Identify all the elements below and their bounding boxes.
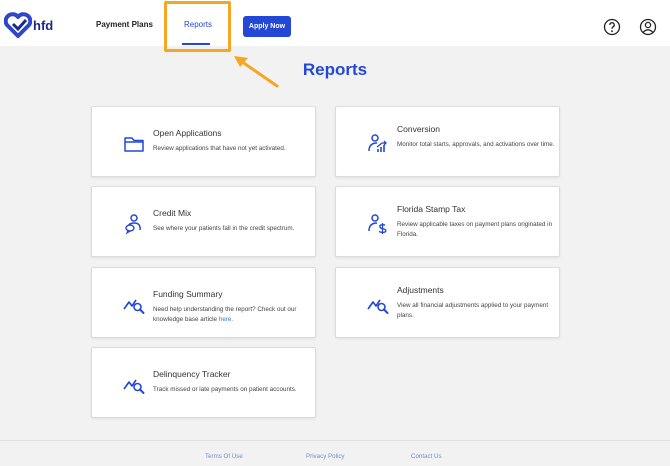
footer-terms-link[interactable]: Terms Of Use bbox=[205, 453, 243, 460]
apply-now-button[interactable]: Apply Now bbox=[243, 16, 291, 37]
report-card-funding-summary[interactable]: Funding Summary Need help understanding … bbox=[91, 267, 316, 338]
card-description: See where your patients fall in the cred… bbox=[153, 225, 295, 232]
report-card-adjustments[interactable]: Adjustments View all financial adjustmen… bbox=[335, 267, 560, 338]
report-card-florida-stamp-tax[interactable]: Florida Stamp Tax Review applicable taxe… bbox=[335, 186, 560, 257]
card-title: Adjustments bbox=[397, 285, 444, 295]
card-title: Florida Stamp Tax bbox=[397, 204, 466, 214]
card-title: Conversion bbox=[397, 124, 440, 134]
user-account-icon[interactable] bbox=[639, 18, 657, 36]
card-description: Track missed or late payments on patient… bbox=[153, 386, 297, 393]
person-chart-icon bbox=[368, 134, 387, 152]
chart-search-icon bbox=[123, 379, 145, 394]
report-card-credit-mix[interactable]: Credit Mix See where your patients fall … bbox=[91, 186, 316, 257]
logo-text: hfd bbox=[33, 18, 54, 33]
chart-search-icon bbox=[123, 299, 145, 314]
report-card-delinquency-tracker[interactable]: Delinquency Tracker Track missed or late… bbox=[91, 347, 316, 418]
card-description: View all financial adjustments applied t… bbox=[397, 302, 549, 319]
page-title: Reports bbox=[302, 60, 368, 79]
card-title: Delinquency Tracker bbox=[153, 369, 231, 379]
card-description: Review applicable taxes on payment plans… bbox=[397, 221, 553, 238]
active-tab-underline bbox=[182, 43, 210, 45]
hfd-logo[interactable]: hfd bbox=[4, 12, 56, 38]
nav-payment-plans[interactable]: Payment Plans bbox=[96, 20, 153, 29]
folder-icon bbox=[124, 137, 144, 152]
report-card-open-applications[interactable]: Open Applications Review applications th… bbox=[91, 106, 316, 177]
knowledge-base-link[interactable]: here. bbox=[219, 316, 233, 323]
heart-logo-icon bbox=[4, 12, 32, 38]
footer-privacy-link[interactable]: Privacy Policy bbox=[306, 453, 345, 460]
footer-contact-link[interactable]: Contact Us bbox=[411, 453, 442, 460]
chart-search-icon bbox=[367, 299, 389, 314]
nav-reports[interactable]: Reports bbox=[184, 20, 212, 29]
report-card-conversion[interactable]: Conversion Monitor total starts, approva… bbox=[335, 106, 560, 177]
card-description: Review applications that have not yet ac… bbox=[153, 145, 286, 152]
help-icon[interactable] bbox=[603, 18, 621, 36]
card-title: Open Applications bbox=[153, 128, 222, 138]
top-navigation-bar: hfd Payment Plans Reports Apply Now bbox=[0, 0, 670, 46]
person-chat-icon bbox=[125, 214, 141, 235]
card-title: Funding Summary bbox=[153, 289, 223, 299]
person-dollar-icon bbox=[368, 214, 387, 234]
card-description: Need help understanding the report? Chec… bbox=[153, 305, 313, 324]
card-description: Monitor total starts, approvals, and act… bbox=[397, 141, 555, 148]
footer-divider bbox=[0, 440, 670, 441]
card-title: Credit Mix bbox=[153, 208, 192, 218]
